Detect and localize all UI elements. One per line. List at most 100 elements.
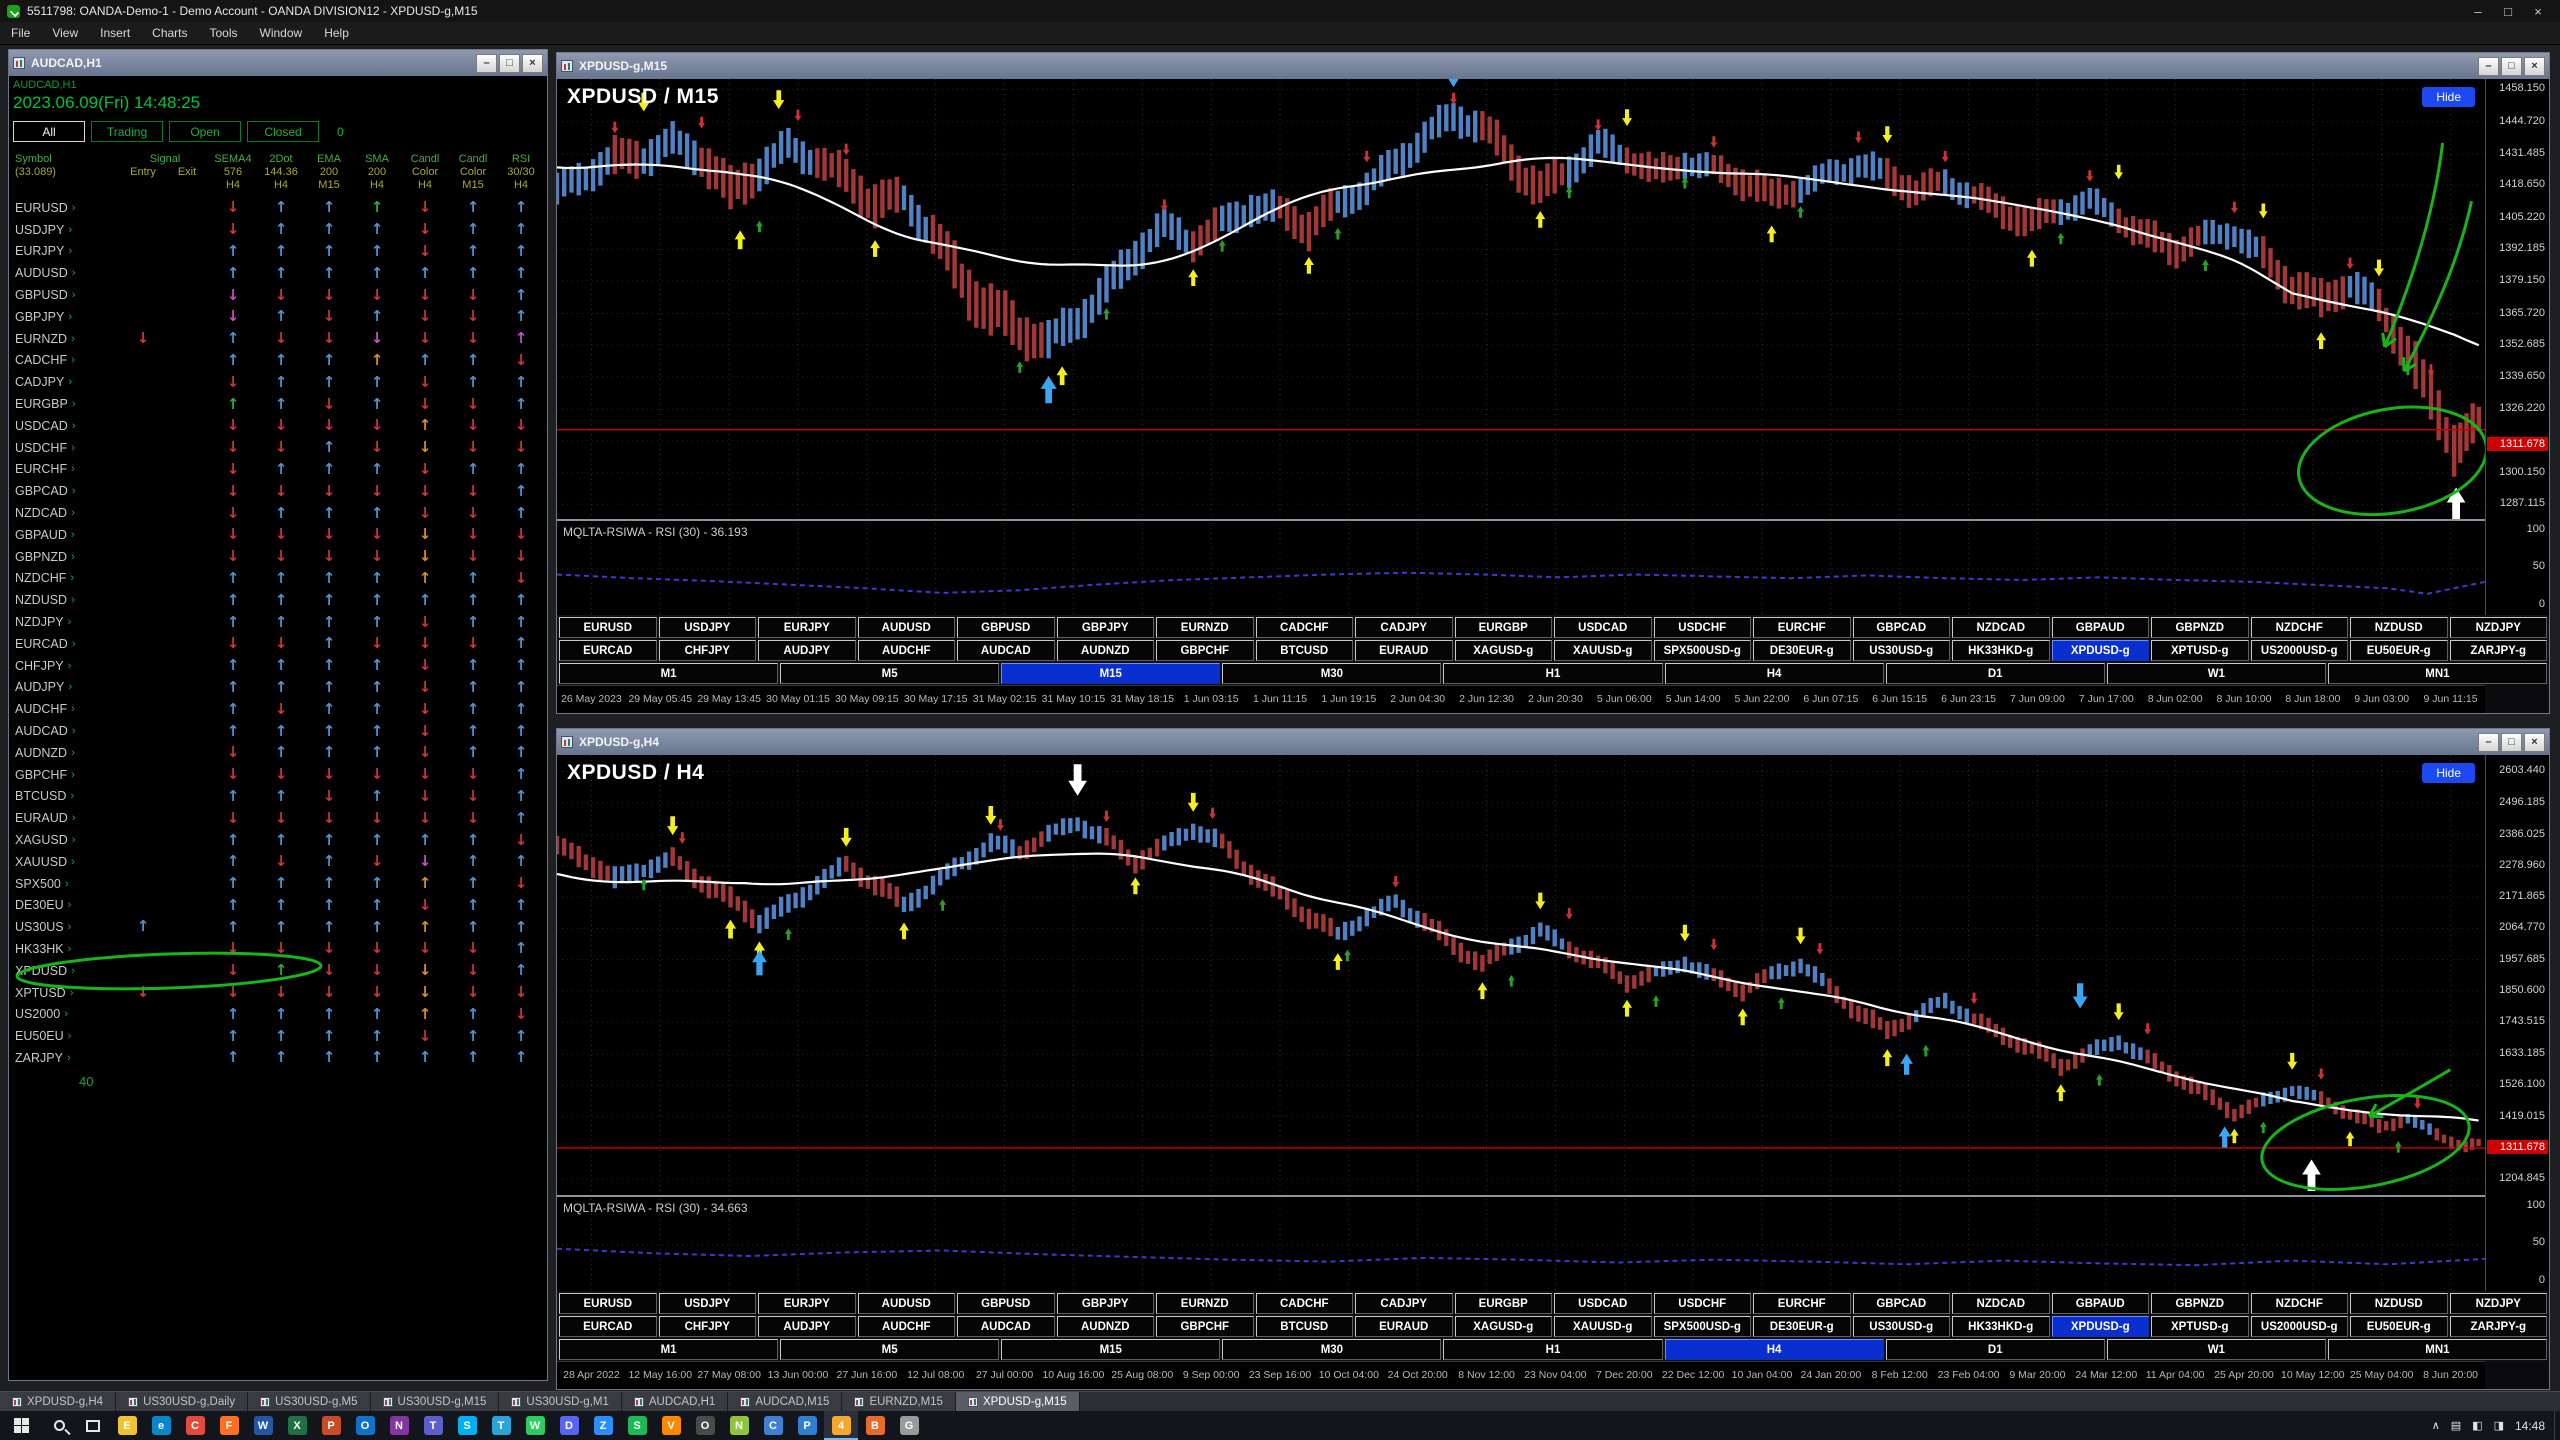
tray-icon-4[interactable]: ◨ bbox=[2494, 1419, 2504, 1432]
symbol-button-xptusd-g[interactable]: XPTUSD-g bbox=[2151, 1316, 2249, 1337]
signal-row-eurcad[interactable]: EURCAD›↓↓↑↓↓↓↑ bbox=[9, 633, 547, 655]
signal-row-nzdjpy[interactable]: NZDJPY›↑↑↑↑↓↑↑ bbox=[9, 611, 547, 633]
symbol-button-eurchf[interactable]: EURCHF bbox=[1753, 617, 1851, 638]
symbol-button-cadjpy[interactable]: CADJPY bbox=[1355, 1293, 1453, 1314]
signal-row-audjpy[interactable]: AUDJPY›↑↑↑↑↓↑↑ bbox=[9, 677, 547, 699]
symbol-button-cadchf[interactable]: CADCHF bbox=[1256, 1293, 1354, 1314]
timeframe-button-m30[interactable]: M30 bbox=[1222, 663, 1441, 684]
signal-row-eurnzd[interactable]: EURNZD›↓↑↓↓↓↓↓↑ bbox=[9, 328, 547, 350]
menu-item-tools[interactable]: Tools bbox=[199, 22, 249, 44]
symbol-button-gbpchf[interactable]: GBPCHF bbox=[1156, 640, 1254, 661]
symbol-button-eurnzd[interactable]: EURNZD bbox=[1156, 617, 1254, 638]
taskbar-app-onenote[interactable]: N bbox=[382, 1411, 416, 1440]
chart-tab-us30usd-g-m5[interactable]: US30USD-g,M5 bbox=[248, 1392, 370, 1411]
signal-row-audusd[interactable]: AUDUSD›↑↑↑↑↑↑↑ bbox=[9, 262, 547, 284]
signal-row-xptusd[interactable]: XPTUSD›↓↓↓↓↓↓↓↓ bbox=[9, 982, 547, 1004]
symbol-button-gbpusd[interactable]: GBPUSD bbox=[957, 617, 1055, 638]
symbol-button-gbpcad[interactable]: GBPCAD bbox=[1853, 1293, 1951, 1314]
symbol-button-usdchf[interactable]: USDCHF bbox=[1654, 617, 1752, 638]
symbol-button-gbpjpy[interactable]: GBPJPY bbox=[1057, 617, 1155, 638]
taskbar-app-excel[interactable]: X bbox=[280, 1411, 314, 1440]
symbol-button-audcad[interactable]: AUDCAD bbox=[957, 640, 1055, 661]
symbol-button-us30usd-g[interactable]: US30USD-g bbox=[1853, 640, 1951, 661]
tray-icon-1[interactable]: ∧ bbox=[2432, 1419, 2440, 1432]
chart-restore-button[interactable]: □ bbox=[2501, 57, 2522, 76]
symbol-button-gbpcad[interactable]: GBPCAD bbox=[1853, 617, 1951, 638]
signal-row-chfjpy[interactable]: CHFJPY›↑↑↑↑↓↑↑ bbox=[9, 655, 547, 677]
symbol-button-eurcad[interactable]: EURCAD bbox=[559, 640, 657, 661]
symbol-button-nzdcad[interactable]: NZDCAD bbox=[1952, 617, 2050, 638]
timeframe-button-w1[interactable]: W1 bbox=[2107, 663, 2326, 684]
chart-tab-eurnzd-m15[interactable]: EURNZD,M15 bbox=[842, 1392, 955, 1411]
symbol-button-hk33hkd-g[interactable]: HK33HKD-g bbox=[1952, 640, 2050, 661]
taskbar-app-word[interactable]: W bbox=[246, 1411, 280, 1440]
symbol-button-audjpy[interactable]: AUDJPY bbox=[758, 1316, 856, 1337]
filter-open[interactable]: Open bbox=[169, 121, 241, 142]
timeframe-button-d1[interactable]: D1 bbox=[1886, 1339, 2105, 1360]
symbol-button-usdjpy[interactable]: USDJPY bbox=[659, 1293, 757, 1314]
symbol-button-eurgbp[interactable]: EURGBP bbox=[1455, 1293, 1553, 1314]
menu-item-window[interactable]: Window bbox=[249, 22, 314, 44]
timeframe-button-d1[interactable]: D1 bbox=[1886, 663, 2105, 684]
menu-item-help[interactable]: Help bbox=[313, 22, 360, 44]
symbol-button-spx500usd-g[interactable]: SPX500USD-g bbox=[1654, 1316, 1752, 1337]
menu-item-file[interactable]: File bbox=[0, 22, 41, 44]
symbol-button-xpdusd-g[interactable]: XPDUSD-g bbox=[2052, 1316, 2150, 1337]
chart-tab-xpdusd-g-h4[interactable]: XPDUSD-g,H4 bbox=[0, 1392, 116, 1411]
chart-tab-us30usd-g-daily[interactable]: US30USD-g,Daily bbox=[116, 1392, 248, 1411]
timeframe-button-m5[interactable]: M5 bbox=[780, 1339, 999, 1360]
symbol-button-xagusd-g[interactable]: XAGUSD-g bbox=[1455, 640, 1553, 661]
symbol-button-gbpnzd[interactable]: GBPNZD bbox=[2151, 1293, 2249, 1314]
filter-closed[interactable]: Closed bbox=[247, 121, 319, 142]
taskbar-app-paint[interactable]: B bbox=[858, 1411, 892, 1440]
symbol-button-zarjpy-g[interactable]: ZARJPY-g bbox=[2450, 1316, 2548, 1337]
symbol-button-xauusd-g[interactable]: XAUUSD-g bbox=[1554, 1316, 1652, 1337]
menu-item-insert[interactable]: Insert bbox=[89, 22, 141, 44]
chart-tab-audcad-h1[interactable]: AUDCAD,H1 bbox=[622, 1392, 728, 1411]
filter-trading[interactable]: Trading bbox=[91, 121, 163, 142]
chart-close-button[interactable]: × bbox=[2524, 57, 2545, 76]
timeframe-button-m5[interactable]: M5 bbox=[780, 663, 999, 684]
symbol-button-gbpaud[interactable]: GBPAUD bbox=[2052, 1293, 2150, 1314]
tray-icon-3[interactable]: ◧ bbox=[2472, 1419, 2482, 1432]
symbol-button-chfjpy[interactable]: CHFJPY bbox=[659, 1316, 757, 1337]
symbol-button-spx500usd-g[interactable]: SPX500USD-g bbox=[1654, 640, 1752, 661]
symbol-button-eurchf[interactable]: EURCHF bbox=[1753, 1293, 1851, 1314]
signal-row-usdjpy[interactable]: USDJPY›↓↑↑↑↓↑↑ bbox=[9, 219, 547, 241]
symbol-button-de30eur-g[interactable]: DE30EUR-g bbox=[1753, 640, 1851, 661]
signal-row-hk33hk[interactable]: HK33HK›↓↓↓↓↓↓↑ bbox=[9, 938, 547, 960]
signal-row-usdchf[interactable]: USDCHF›↓↓↑↓↓↓↓ bbox=[9, 437, 547, 459]
symbol-button-cadchf[interactable]: CADCHF bbox=[1256, 617, 1354, 638]
taskbar-app-edge[interactable]: e bbox=[144, 1411, 178, 1440]
signal-row-btcusd[interactable]: BTCUSD›↑↑↓↑↓↓↑ bbox=[9, 786, 547, 808]
hide-button[interactable]: Hide bbox=[2422, 763, 2475, 783]
symbol-button-eurnzd[interactable]: EURNZD bbox=[1156, 1293, 1254, 1314]
symbol-button-euraud[interactable]: EURAUD bbox=[1355, 1316, 1453, 1337]
symbol-button-eu50eur-g[interactable]: EU50EUR-g bbox=[2350, 1316, 2448, 1337]
symbol-button-audcad[interactable]: AUDCAD bbox=[957, 1316, 1055, 1337]
symbol-button-audnzd[interactable]: AUDNZD bbox=[1057, 1316, 1155, 1337]
taskbar-app-chrome[interactable]: C bbox=[178, 1411, 212, 1440]
symbol-button-gbpjpy[interactable]: GBPJPY bbox=[1057, 1293, 1155, 1314]
signal-row-audcad[interactable]: AUDCAD›↑↑↑↑↓↑↑ bbox=[9, 720, 547, 742]
symbol-button-xagusd-g[interactable]: XAGUSD-g bbox=[1455, 1316, 1553, 1337]
signal-row-nzdchf[interactable]: NZDCHF›↑↑↑↑↑↑↓ bbox=[9, 568, 547, 590]
taskbar-app-teams[interactable]: T bbox=[416, 1411, 450, 1440]
taskbar-app-zoom[interactable]: Z bbox=[586, 1411, 620, 1440]
signal-row-gbpcad[interactable]: GBPCAD›↓↓↓↓↓↓↑ bbox=[9, 480, 547, 502]
taskbar-app-mt4[interactable]: 4 bbox=[824, 1411, 858, 1440]
signal-row-eurgbp[interactable]: EURGBP›↑↑↓↑↓↓↑ bbox=[9, 393, 547, 415]
chart-tab-audcad-m15[interactable]: AUDCAD,M15 bbox=[728, 1392, 842, 1411]
symbol-button-audusd[interactable]: AUDUSD bbox=[858, 1293, 956, 1314]
signal-row-nzdusd[interactable]: NZDUSD›↑↑↑↑↑↑↑ bbox=[9, 589, 547, 611]
chart-minimize-button[interactable]: – bbox=[2478, 733, 2499, 752]
symbol-button-nzdjpy[interactable]: NZDJPY bbox=[2450, 617, 2548, 638]
timeframe-button-m30[interactable]: M30 bbox=[1222, 1339, 1441, 1360]
timeframe-button-h4[interactable]: H4 bbox=[1665, 1339, 1884, 1360]
signal-row-xauusd[interactable]: XAUUSD›↑↓↑↓↓↑↑ bbox=[9, 851, 547, 873]
signal-row-nzdcad[interactable]: NZDCAD›↓↑↑↑↓↓↑ bbox=[9, 502, 547, 524]
app-close-button[interactable]: × bbox=[2523, 0, 2553, 22]
timeframe-button-m1[interactable]: M1 bbox=[559, 663, 778, 684]
timeframe-button-h1[interactable]: H1 bbox=[1443, 663, 1662, 684]
timeframe-button-m15[interactable]: M15 bbox=[1001, 663, 1220, 684]
